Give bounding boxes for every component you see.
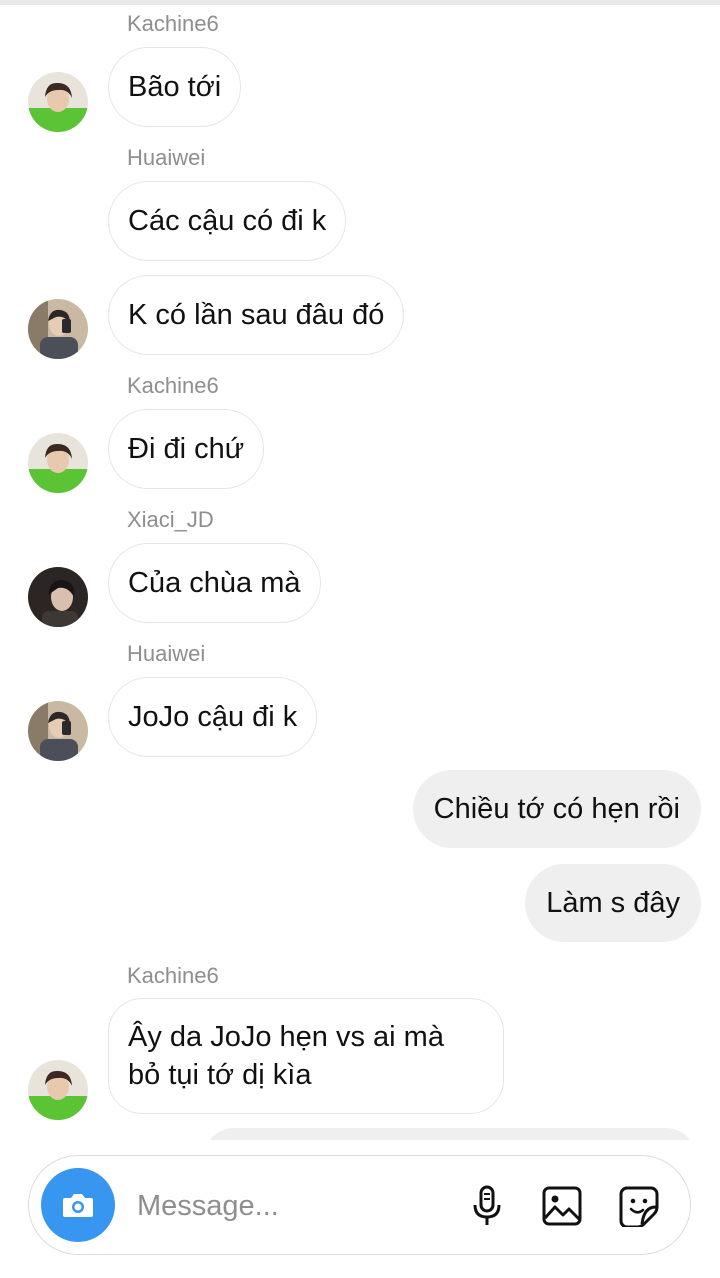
sticker-button[interactable]: [617, 1184, 661, 1228]
message-line: bỏ tụi tớ dị kìa: [128, 1059, 312, 1091]
outgoing-message-bubble[interactable]: Chiều tớ có hẹn rồi: [412, 770, 701, 848]
outgoing-message-bubble[interactable]: Làm s đây: [525, 864, 701, 942]
message-input[interactable]: [137, 1188, 437, 1224]
gallery-button[interactable]: [540, 1184, 584, 1228]
sender-name: Kachine6: [127, 963, 219, 988]
gallery-icon: [542, 1186, 582, 1226]
avatar-huaiwei[interactable]: [28, 701, 88, 761]
message-line: Ây da JoJo hẹn vs ai mà: [128, 1021, 444, 1053]
avatar-kachine6[interactable]: [28, 433, 88, 493]
sender-name: Huaiwei: [127, 145, 206, 170]
sender-name: Huaiwei: [127, 641, 206, 666]
message-bubble[interactable]: K có lần sau đâu đó: [108, 275, 405, 355]
message-thread[interactable]: Kachine6 Bão tới Huaiwei Các cậu có đi k…: [0, 0, 720, 1140]
sticker-icon: [619, 1186, 659, 1227]
message-bubble[interactable]: JoJo cậu đi k: [108, 677, 318, 757]
message-bubble[interactable]: Bão tới: [108, 47, 242, 127]
avatar-huaiwei[interactable]: [28, 299, 88, 359]
message-bubble[interactable]: Các cậu có đi k: [108, 181, 347, 261]
camera-button[interactable]: [41, 1168, 115, 1242]
message-bubble[interactable]: Đi đi chứ: [108, 409, 265, 489]
outgoing-message-bubble-partial[interactable]: [204, 1128, 696, 1140]
sender-name: Xiaci_JD: [127, 507, 214, 532]
microphone-icon: [473, 1185, 501, 1225]
sender-name: Kachine6: [127, 11, 219, 36]
camera-icon: [63, 1194, 93, 1217]
avatar-kachine6[interactable]: [28, 1060, 88, 1120]
microphone-button[interactable]: [465, 1184, 509, 1228]
message-composer: [28, 1155, 691, 1255]
avatar-xiaci-jd[interactable]: [28, 567, 88, 627]
sender-name: Kachine6: [127, 373, 219, 398]
message-bubble[interactable]: Của chùa mà: [108, 543, 321, 623]
avatar-kachine6[interactable]: [28, 72, 88, 132]
message-bubble[interactable]: Ây da JoJo hẹn vs ai mà bỏ tụi tớ dị kìa: [108, 998, 504, 1114]
